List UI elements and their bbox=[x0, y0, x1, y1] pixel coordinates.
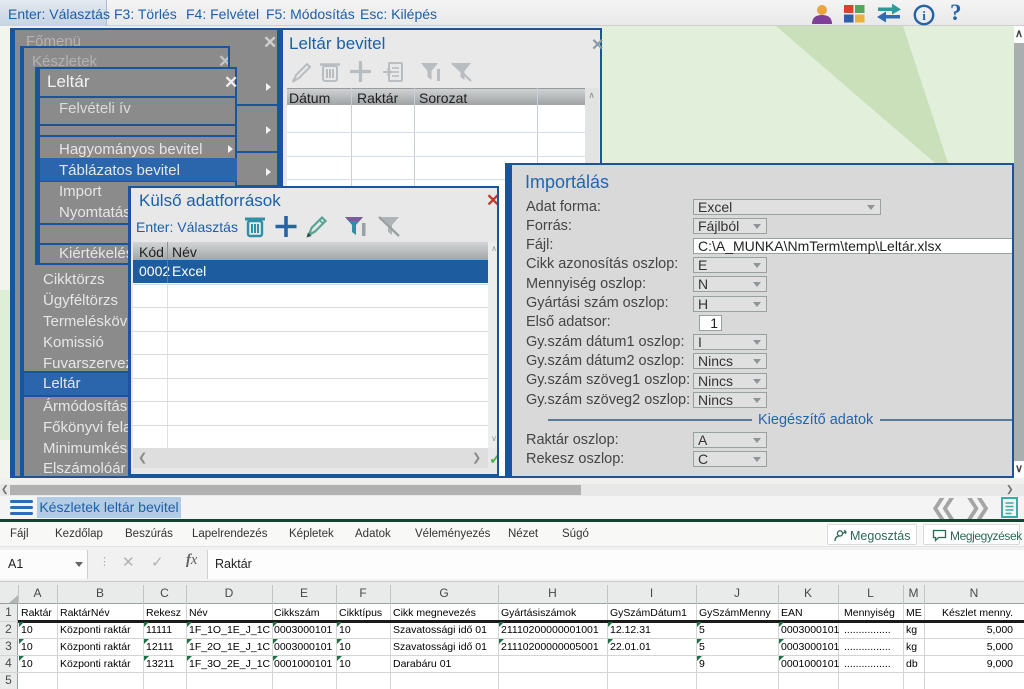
svg-text:i: i bbox=[922, 8, 926, 23]
